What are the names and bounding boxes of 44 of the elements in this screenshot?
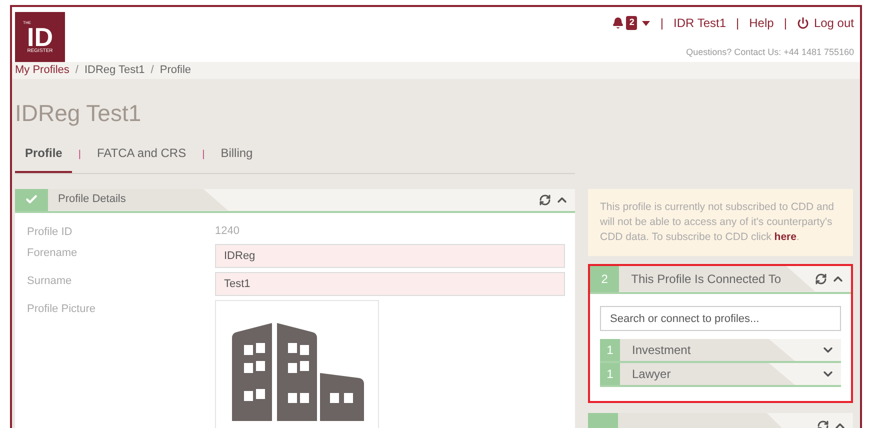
separator: | — [660, 15, 664, 32]
separator: | — [736, 15, 740, 32]
cdd-notice: This profile is currently not subscribed to CDD and will not be able to access any of it's counterparty's CDD data. To subscribe to CDD click here. — [588, 188, 853, 256]
tab-separator: | — [202, 148, 205, 162]
separator: | — [784, 15, 787, 32]
breadcrumb-separator: / — [75, 63, 78, 78]
input-field[interactable]: Test1 — [215, 272, 565, 296]
user-link[interactable]: IDR Test1 — [674, 14, 726, 32]
search-field[interactable]: Search or connect to profiles... — [600, 306, 841, 331]
panel-title: Lawyer — [620, 363, 795, 385]
field-label: Profile ID — [27, 224, 74, 240]
building-icon — [232, 323, 364, 421]
field-label: Profile Picture — [27, 302, 96, 317]
breadcrumb[interactable]: My Profiles — [15, 62, 70, 78]
tab-separator: | — [78, 148, 81, 162]
power-icon — [796, 17, 809, 29]
field-label: Forename — [27, 246, 78, 261]
tab[interactable]: FATCA and CRS — [86, 136, 196, 172]
caret-down-icon[interactable] — [642, 20, 650, 26]
field-label: Surname — [27, 274, 73, 289]
panel-badge: 2 — [590, 266, 620, 292]
check-icon — [25, 193, 38, 206]
tab[interactable]: Billing — [210, 136, 263, 172]
panel-title: Investment — [620, 339, 795, 361]
contact-text: Questions? Contact Us: +44 1481 755160 — [686, 46, 854, 59]
profile-picture-frame[interactable] — [215, 300, 379, 428]
breadcrumb[interactable]: IDReg Test1 — [84, 62, 145, 78]
here-link[interactable]: here — [774, 230, 796, 242]
breadcrumb-separator: / — [150, 63, 154, 78]
page-title: IDReg Test1 — [15, 98, 142, 128]
field-value: 1240 — [215, 224, 240, 238]
breadcrumb[interactable]: Profile — [160, 62, 192, 78]
refresh-icon[interactable] — [539, 194, 551, 206]
panel-badge: 1 — [600, 363, 620, 385]
refresh-icon[interactable] — [815, 272, 827, 284]
panel-badge: 1 — [600, 339, 620, 361]
notification-count: 2 — [626, 16, 638, 30]
panel-title: This Profile Is Connected To — [619, 266, 815, 292]
panel-title: Profile Details — [48, 188, 228, 210]
tab[interactable]: Profile — [15, 136, 72, 172]
bell-icon[interactable] — [612, 17, 624, 29]
input-field[interactable]: IDReg — [215, 244, 565, 268]
help-link[interactable]: Help — [749, 14, 774, 32]
logout-link[interactable]: Log out — [796, 14, 854, 32]
